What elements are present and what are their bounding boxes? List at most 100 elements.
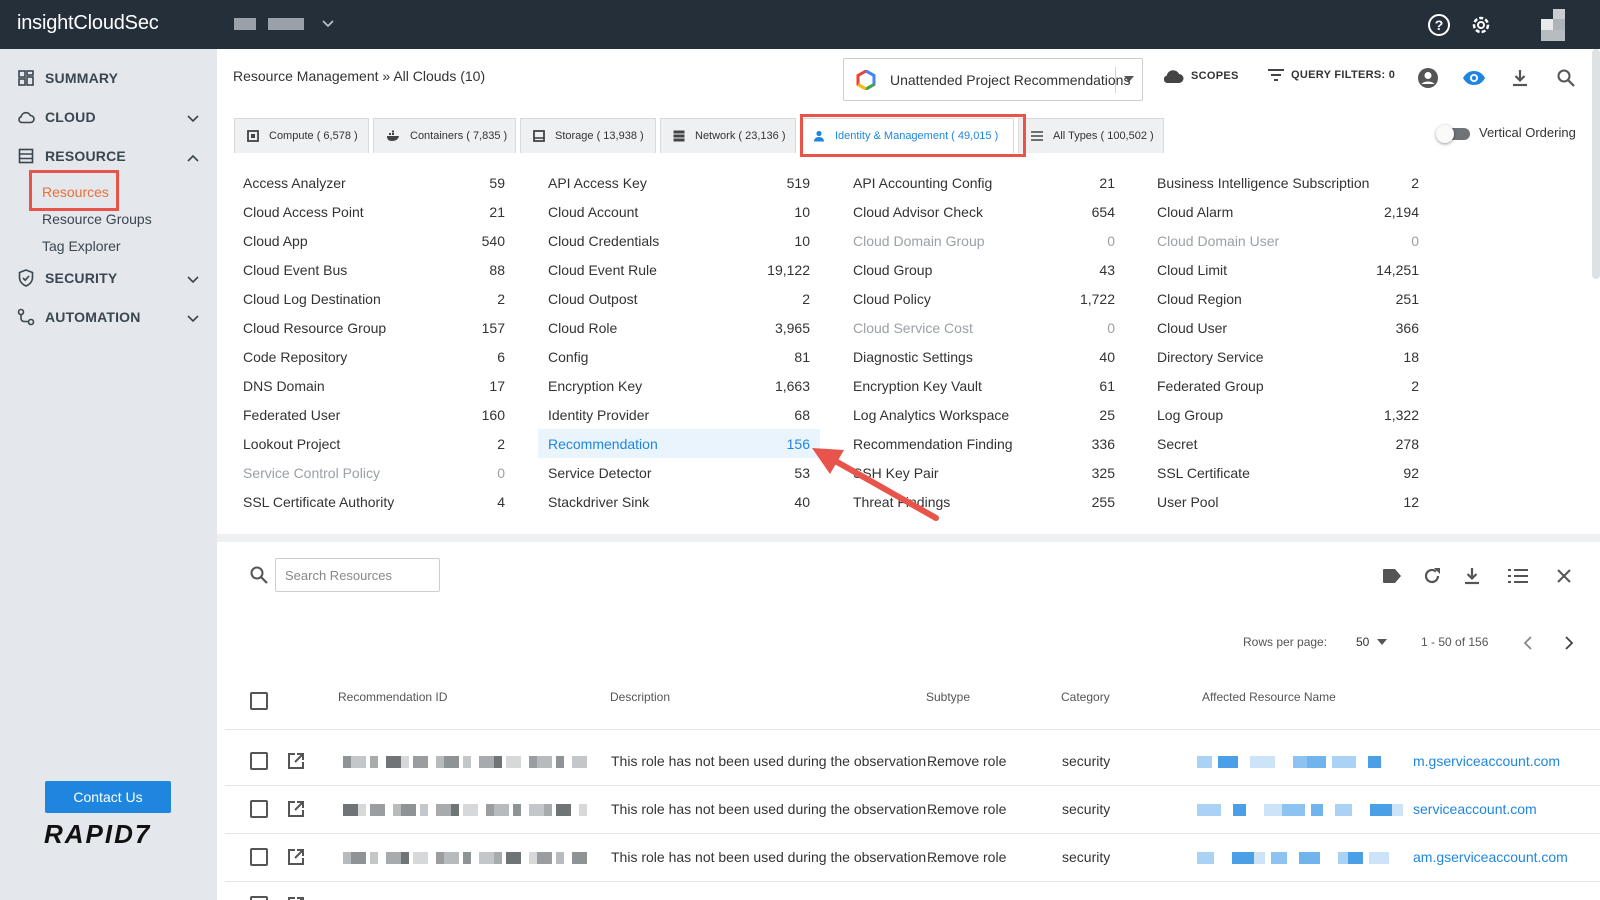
resource-type-cloud-alarm[interactable]: Cloud Alarm 2,194: [1147, 197, 1429, 226]
column-list-icon[interactable]: [1506, 564, 1530, 588]
chevron-up-icon[interactable]: [187, 149, 199, 165]
project-select[interactable]: Unattended Project Recommendations: [843, 58, 1143, 101]
app-logo[interactable]: insightCloudSec: [17, 12, 159, 35]
refresh-icon[interactable]: [1420, 564, 1444, 588]
chevron-right-icon[interactable]: [1557, 631, 1581, 655]
gear-icon[interactable]: [1468, 12, 1494, 38]
resource-type-cloud-service-cost[interactable]: Cloud Service Cost 0: [843, 313, 1125, 342]
user-avatar[interactable]: [1541, 9, 1565, 41]
close-icon[interactable]: [1552, 564, 1576, 588]
resource-type-cloud-advisor-check[interactable]: Cloud Advisor Check 654: [843, 197, 1125, 226]
row-affected-resource-link[interactable]: serviceaccount.com: [1413, 801, 1537, 817]
resource-type-federated-group[interactable]: Federated Group 2: [1147, 371, 1429, 400]
table-row[interactable]: This role has not been used during the o…: [0, 786, 1600, 833]
sidebar-item-automation[interactable]: AUTOMATION: [0, 299, 217, 335]
resource-type-ssl-certificate[interactable]: SSL Certificate 92: [1147, 458, 1429, 487]
column-header-recommendation-id[interactable]: Recommendation ID: [338, 690, 447, 704]
sidebar-sub-tag-explorer[interactable]: Tag Explorer: [42, 238, 121, 254]
account-circle-icon[interactable]: [1416, 66, 1440, 90]
row-affected-resource-link[interactable]: m.gserviceaccount.com: [1413, 753, 1560, 769]
table-row[interactable]: This role has not been used during the o…: [0, 882, 1600, 900]
resource-type-lookout-project[interactable]: Lookout Project 2: [233, 429, 515, 458]
tag-icon[interactable]: [1380, 564, 1404, 588]
resource-type-federated-user[interactable]: Federated User 160: [233, 400, 515, 429]
resource-type-config[interactable]: Config 81: [538, 342, 820, 371]
table-row[interactable]: This role has not been used during the o…: [0, 738, 1600, 785]
resource-type-cloud-event-rule[interactable]: Cloud Event Rule 19,122: [538, 255, 820, 284]
resource-type-encryption-key[interactable]: Encryption Key 1,663: [538, 371, 820, 400]
resource-type-cloud-group[interactable]: Cloud Group 43: [843, 255, 1125, 284]
sidebar-item-cloud[interactable]: CLOUD: [0, 99, 217, 135]
resource-type-access-analyzer[interactable]: Access Analyzer 59: [233, 168, 515, 197]
resource-type-service-detector[interactable]: Service Detector 53: [538, 458, 820, 487]
search-resources-input[interactable]: Search Resources: [275, 558, 440, 592]
resource-type-cloud-role[interactable]: Cloud Role 3,965: [538, 313, 820, 342]
resource-type-service-control-policy[interactable]: Service Control Policy 0: [233, 458, 515, 487]
open-external-icon[interactable]: [286, 751, 306, 776]
resource-type-dns-domain[interactable]: DNS Domain 17: [233, 371, 515, 400]
eye-icon[interactable]: [1462, 66, 1486, 90]
rows-per-page-select[interactable]: 50: [1356, 635, 1388, 649]
tab-storage[interactable]: Storage ( 13,938 ): [520, 118, 656, 153]
resource-type-cloud-domain-group[interactable]: Cloud Domain Group 0: [843, 226, 1125, 255]
resource-type-secret[interactable]: Secret 278: [1147, 429, 1429, 458]
open-external-icon[interactable]: [286, 799, 306, 824]
sidebar-item-security[interactable]: SECURITY: [0, 260, 217, 296]
row-checkbox[interactable]: [250, 896, 268, 900]
resource-type-recommendation[interactable]: Recommendation 156: [538, 429, 820, 458]
account-switcher[interactable]: [234, 17, 334, 31]
resource-type-cloud-region[interactable]: Cloud Region 251: [1147, 284, 1429, 313]
chevron-down-icon[interactable]: [187, 310, 199, 326]
download-icon[interactable]: [1460, 564, 1484, 588]
resource-type-cloud-outpost[interactable]: Cloud Outpost 2: [538, 284, 820, 313]
scopes-button[interactable]: SCOPES: [1161, 68, 1239, 84]
page-scrollbar[interactable]: [1592, 49, 1600, 279]
tab-network[interactable]: Network ( 23,136 ): [660, 118, 796, 153]
resource-type-cloud-account[interactable]: Cloud Account 10: [538, 197, 820, 226]
tab-compute[interactable]: Compute ( 6,578 ): [234, 118, 369, 153]
row-checkbox[interactable]: [250, 752, 268, 770]
open-external-icon[interactable]: [286, 895, 306, 900]
row-checkbox[interactable]: [250, 800, 268, 818]
download-icon[interactable]: [1508, 66, 1532, 90]
chevron-down-icon[interactable]: [187, 271, 199, 287]
help-icon[interactable]: ?: [1426, 12, 1452, 38]
select-all-checkbox[interactable]: [250, 692, 268, 710]
resource-type-cloud-event-bus[interactable]: Cloud Event Bus 88: [233, 255, 515, 284]
resource-type-cloud-resource-group[interactable]: Cloud Resource Group 157: [233, 313, 515, 342]
resource-type-cloud-credentials[interactable]: Cloud Credentials 10: [538, 226, 820, 255]
resource-type-cloud-access-point[interactable]: Cloud Access Point 21: [233, 197, 515, 226]
resource-type-encryption-key-vault[interactable]: Encryption Key Vault 61: [843, 371, 1125, 400]
resource-type-directory-service[interactable]: Directory Service 18: [1147, 342, 1429, 371]
query-filters-button[interactable]: QUERY FILTERS: 0: [1267, 68, 1395, 82]
resource-type-cloud-domain-user[interactable]: Cloud Domain User 0: [1147, 226, 1429, 255]
resource-type-business-intelligence-subscription[interactable]: Business Intelligence Subscription 2: [1147, 168, 1429, 197]
tab-all-types[interactable]: All Types ( 100,502 ): [1018, 118, 1164, 153]
sidebar-sub-resource-groups[interactable]: Resource Groups: [42, 211, 152, 227]
resource-type-ssl-certificate-authority[interactable]: SSL Certificate Authority 4: [233, 487, 515, 516]
resource-type-identity-provider[interactable]: Identity Provider 68: [538, 400, 820, 429]
table-row[interactable]: This role has not been used during the o…: [0, 834, 1600, 881]
resource-type-log-group[interactable]: Log Group 1,322: [1147, 400, 1429, 429]
row-checkbox[interactable]: [250, 848, 268, 866]
tab-containers[interactable]: Containers ( 7,835 ): [373, 118, 516, 153]
sidebar-item-summary[interactable]: SUMMARY: [0, 60, 217, 96]
resource-type-cloud-limit[interactable]: Cloud Limit 14,251: [1147, 255, 1429, 284]
resource-type-user-pool[interactable]: User Pool 12: [1147, 487, 1429, 516]
sidebar-item-resource[interactable]: RESOURCE: [0, 138, 217, 174]
resource-type-code-repository[interactable]: Code Repository 6: [233, 342, 515, 371]
column-header-category[interactable]: Category: [1061, 690, 1110, 704]
vertical-ordering-toggle[interactable]: [1436, 125, 1472, 143]
search-icon[interactable]: [1554, 66, 1578, 90]
open-external-icon[interactable]: [286, 847, 306, 872]
column-header-affected-resource-name[interactable]: Affected Resource Name: [1202, 690, 1336, 704]
column-header-subtype[interactable]: Subtype: [926, 690, 970, 704]
resource-type-cloud-policy[interactable]: Cloud Policy 1,722: [843, 284, 1125, 313]
column-header-description[interactable]: Description: [610, 690, 670, 704]
row-affected-resource-link[interactable]: am.gserviceaccount.com: [1413, 849, 1568, 865]
resource-type-cloud-app[interactable]: Cloud App 540: [233, 226, 515, 255]
resource-type-log-analytics-workspace[interactable]: Log Analytics Workspace 25: [843, 400, 1125, 429]
resource-type-stackdriver-sink[interactable]: Stackdriver Sink 40: [538, 487, 820, 516]
resource-type-cloud-log-destination[interactable]: Cloud Log Destination 2: [233, 284, 515, 313]
resource-type-api-accounting-config[interactable]: API Accounting Config 21: [843, 168, 1125, 197]
